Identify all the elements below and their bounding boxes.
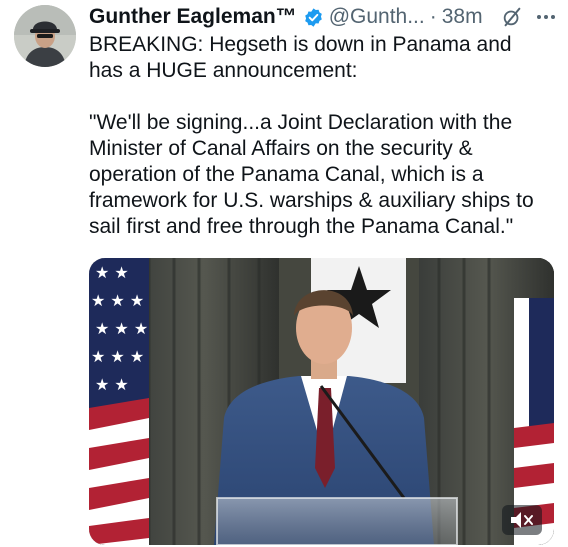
tweet-line: Minister of Canal Affairs on the securit…	[89, 137, 473, 160]
avatar[interactable]	[14, 5, 76, 67]
tweet-line: framework for U.S. warships & auxiliary …	[89, 189, 534, 212]
more-options-icon[interactable]	[533, 6, 559, 28]
tweet-line: operation of the Panama Canal, which is …	[89, 163, 484, 186]
verified-badge-icon	[304, 7, 322, 27]
svg-text:★ ★ ★: ★ ★ ★	[91, 347, 144, 366]
tweet-timestamp[interactable]: 38m	[442, 1, 483, 33]
mute-button[interactable]	[502, 505, 542, 535]
tweet-line: BREAKING: Hegseth is down in Panama and	[89, 33, 512, 56]
header-separator: ·	[429, 5, 437, 28]
video-frame: ★ ★ ★ ★ ★ ★ ★ ★ ★ ★ ★ ★ ★	[89, 258, 554, 545]
avatar-image	[14, 5, 76, 67]
us-flag: ★ ★ ★ ★ ★ ★ ★ ★ ★ ★ ★ ★ ★	[89, 258, 149, 545]
svg-text:★ ★ ★: ★ ★ ★	[91, 291, 144, 310]
tweet-line: has a HUGE announcement:	[89, 59, 358, 82]
tweet-line: "We'll be signing...a Joint Declaration …	[89, 111, 513, 134]
author-display-name[interactable]: Gunther Eagleman™	[89, 1, 297, 33]
svg-text:★ ★: ★ ★	[95, 263, 129, 282]
tweet-header: Gunther Eagleman™ @Gunth... · 38m	[89, 1, 559, 33]
grok-icon[interactable]	[501, 6, 523, 28]
tweet-text: BREAKING: Hegseth is down in Panama and …	[89, 32, 559, 240]
author-handle[interactable]: @Gunth...	[329, 1, 425, 33]
muted-speaker-icon	[511, 512, 533, 528]
svg-text:★ ★: ★ ★	[95, 375, 129, 394]
svg-text:★ ★ ★: ★ ★ ★	[95, 319, 148, 338]
tweet-line-blank	[89, 84, 559, 110]
tweet-line: sail first and free through the Panama C…	[89, 215, 514, 238]
tweet-video[interactable]: ★ ★ ★ ★ ★ ★ ★ ★ ★ ★ ★ ★ ★	[89, 258, 554, 545]
